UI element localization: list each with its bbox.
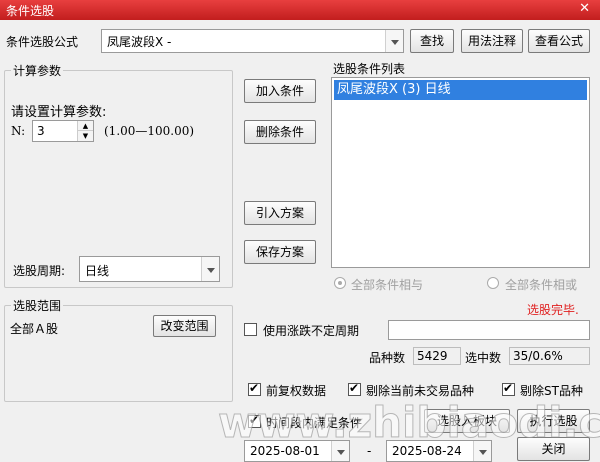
period-selected: 日线 [85, 264, 110, 278]
conditions-list[interactable]: 凤尾波段X (3) 日线 [331, 77, 590, 268]
all-and-radio[interactable] [334, 277, 346, 289]
formula-selected: 凤尾波段X - [107, 35, 172, 49]
date-from-value: 2025-08-01 [250, 444, 320, 458]
forward-adjust-checkbox[interactable] [248, 381, 261, 396]
stepper-down-icon[interactable]: ▼ [77, 131, 93, 141]
condition-list-item[interactable]: 凤尾波段X (3) 日线 [334, 80, 587, 100]
date-to-picker[interactable]: 2025-08-24 [386, 440, 492, 462]
time-range-checkbox[interactable] [248, 413, 261, 428]
params-prompt: 请设置计算参数: [11, 105, 107, 120]
selected-count-label: 选中数 [465, 351, 502, 365]
chevron-down-icon[interactable] [473, 441, 491, 461]
time-range-label: 时间段内满足条件 [266, 416, 363, 430]
save-scheme-button[interactable]: 保存方案 [244, 240, 316, 264]
import-scheme-button[interactable]: 引入方案 [244, 201, 316, 225]
condition-stock-selection-dialog: 条件选股 ✕ 条件选股公式 凤尾波段X - 查找 用法注释 查看公式 计算参数 … [0, 0, 600, 462]
all-or-radio[interactable] [487, 277, 499, 289]
all-or-label: 全部条件相或 [505, 278, 578, 292]
status-message: 选股完毕. [527, 303, 579, 317]
usage-notes-button[interactable]: 用法注释 [461, 29, 523, 53]
n-param-value: 3 [37, 124, 45, 138]
add-condition-button[interactable]: 加入条件 [244, 79, 316, 103]
variety-count-value: 5429 [413, 347, 461, 365]
all-and-label: 全部条件相与 [351, 278, 424, 292]
period-label: 选股周期: [13, 264, 66, 278]
date-from-picker[interactable]: 2025-08-01 [244, 440, 350, 462]
variable-period-checkbox[interactable] [244, 323, 257, 336]
title-bar: 条件选股 ✕ [0, 0, 600, 20]
variable-period-input[interactable] [388, 320, 590, 340]
chevron-down-icon[interactable] [331, 441, 349, 461]
params-group-title: 计算参数 [11, 62, 64, 79]
selected-count-value: 35/0.6% [509, 347, 590, 365]
n-param-stepper[interactable]: 3 ▲ ▼ [32, 120, 94, 142]
add-to-block-button[interactable]: 选股入板块 [424, 409, 510, 433]
n-param-label: N: [11, 124, 26, 138]
exclude-st-checkbox[interactable] [502, 381, 515, 396]
close-button[interactable]: 关闭 [517, 437, 590, 461]
chevron-down-icon[interactable] [385, 30, 403, 52]
window-title: 条件选股 [6, 4, 55, 18]
date-to-value: 2025-08-24 [392, 444, 462, 458]
exclude-untraded-label: 剔除当前未交易品种 [366, 384, 475, 398]
formula-label: 条件选股公式 [6, 35, 79, 49]
close-icon[interactable]: ✕ [579, 1, 590, 16]
stepper-up-icon[interactable]: ▲ [77, 121, 93, 131]
find-button[interactable]: 查找 [410, 29, 454, 53]
n-param-range: (1.00—100.00) [104, 124, 195, 138]
date-separator: - [367, 444, 372, 458]
delete-condition-button[interactable]: 删除条件 [244, 120, 316, 144]
exclude-st-label: 剔除ST品种 [520, 384, 583, 398]
chevron-down-icon[interactable] [201, 257, 219, 281]
change-range-button[interactable]: 改变范围 [153, 315, 216, 337]
variety-count-label: 品种数 [369, 351, 406, 365]
run-selection-button[interactable]: 执行选股 [517, 409, 590, 433]
variable-period-label: 使用涨跌不定周期 [263, 324, 360, 338]
view-formula-button[interactable]: 查看公式 [528, 29, 590, 53]
range-value: 全部Ａ股 [10, 322, 59, 336]
formula-dropdown[interactable]: 凤尾波段X - [101, 29, 404, 53]
exclude-untraded-checkbox[interactable] [348, 381, 361, 396]
range-group-title: 选股范围 [11, 297, 64, 314]
forward-adjust-label: 前复权数据 [266, 384, 327, 398]
conditions-list-title: 选股条件列表 [333, 62, 406, 76]
period-dropdown[interactable]: 日线 [79, 256, 220, 282]
